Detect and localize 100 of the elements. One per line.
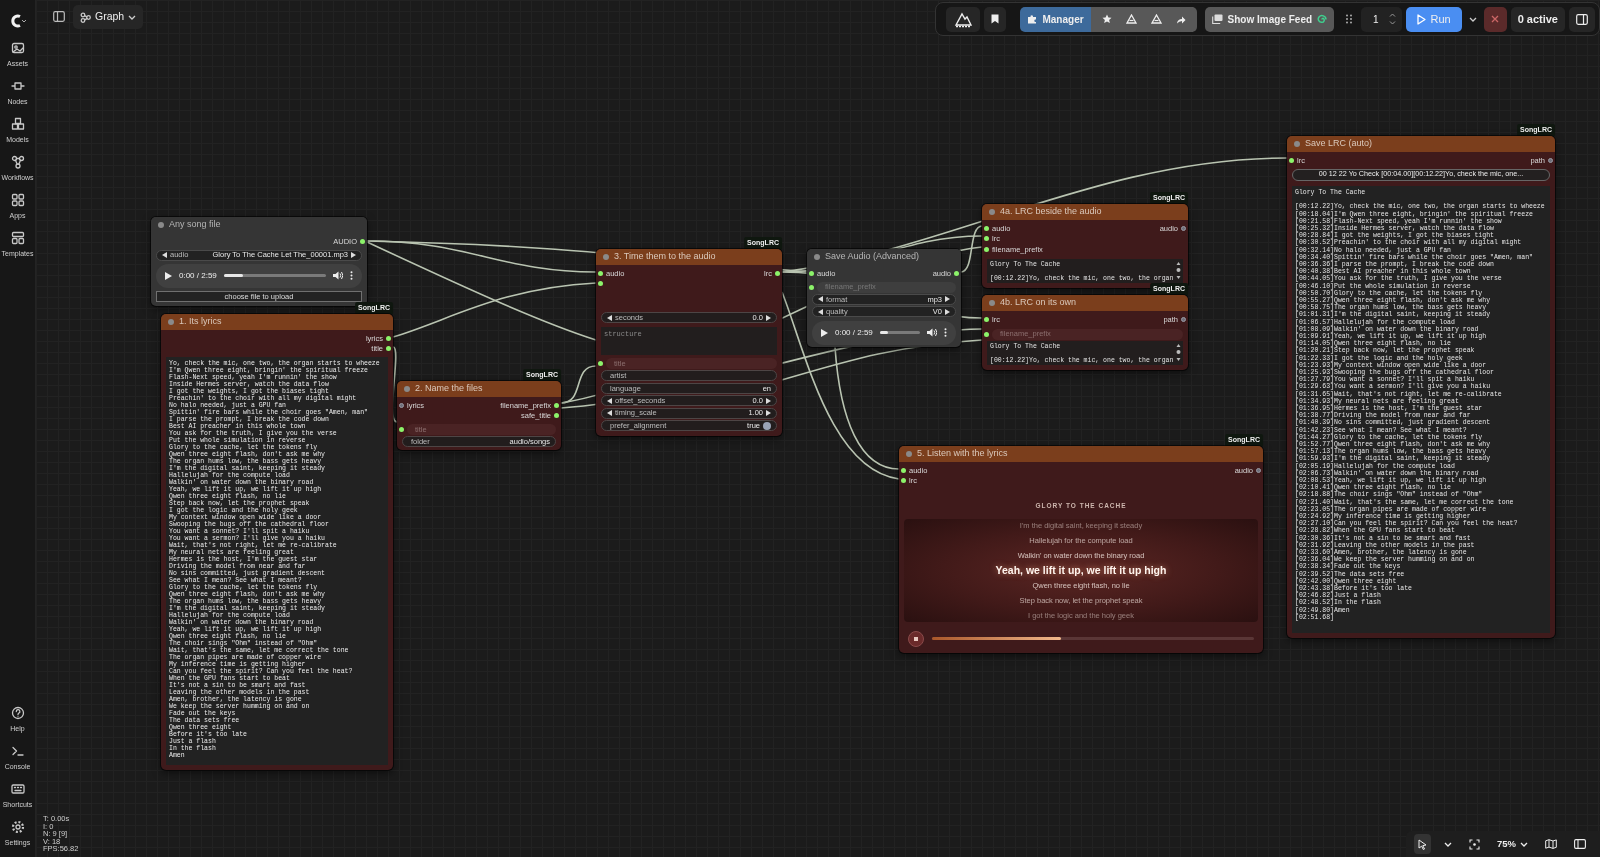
node-title: 1. Its lyrics — [179, 315, 222, 329]
toggle-knob[interactable] — [763, 421, 771, 430]
grip-icon[interactable] — [1346, 14, 1353, 24]
node-header[interactable]: Save LRC (auto) — [1287, 136, 1555, 152]
input-slot[interactable] — [984, 225, 989, 231]
more-icon[interactable] — [350, 271, 353, 281]
node-header[interactable]: 4b. LRC on its own — [982, 295, 1188, 311]
graph-menu-button[interactable]: Graph — [73, 5, 144, 29]
volume-icon[interactable] — [927, 328, 937, 338]
graph-icon — [10, 154, 25, 169]
node-header[interactable]: 2. Name the files — [397, 381, 561, 397]
input-slot[interactable] — [901, 467, 906, 473]
node-header[interactable]: 3. Time them to the audio — [596, 249, 782, 265]
play-icon[interactable] — [821, 328, 828, 337]
more-icon[interactable] — [944, 328, 947, 338]
caret-icon — [128, 14, 137, 20]
graph-icon — [80, 11, 91, 23]
input-slot[interactable] — [984, 316, 989, 322]
collapse-dot[interactable] — [906, 451, 912, 457]
node-title: Any song file — [169, 218, 221, 232]
progress-bar[interactable] — [932, 637, 1254, 641]
node-title: 4a. LRC beside the audio — [1000, 205, 1102, 219]
input-slot[interactable] — [598, 281, 603, 287]
node-title: 4b. LRC on its own — [1000, 296, 1077, 310]
fit-view-icon — [1469, 838, 1480, 850]
image-icon — [10, 40, 25, 55]
help-icon — [10, 705, 25, 720]
collapse-dot[interactable] — [168, 319, 174, 325]
caret-icon — [1468, 16, 1477, 22]
input-slot[interactable] — [399, 427, 404, 432]
panel-toggle-icon[interactable] — [53, 11, 65, 22]
input-slot[interactable] — [984, 246, 989, 252]
settings-icon — [10, 819, 25, 834]
left-arrow-icon[interactable] — [162, 252, 167, 258]
image-feed-button[interactable]: Show Image Feed — [1204, 6, 1335, 32]
input-slot[interactable] — [901, 478, 906, 484]
input-slot[interactable] — [984, 236, 989, 242]
cancel-button[interactable] — [1483, 6, 1507, 32]
scrollbar-icon[interactable] — [1176, 343, 1181, 362]
spinner-icon[interactable] — [1388, 12, 1396, 26]
panel-icon — [1574, 839, 1586, 849]
audio-player[interactable]: 0:00 / 2:59 — [156, 263, 362, 288]
panel-button[interactable] — [1569, 6, 1595, 32]
input-slot[interactable] — [598, 270, 603, 276]
batch-count-field[interactable]: 1 — [1361, 6, 1402, 32]
output-slot[interactable] — [954, 270, 959, 276]
lyric-line[interactable]: Yeah, we lift it up, we lift it up high — [995, 562, 1167, 578]
node-card[interactable] — [899, 446, 1263, 653]
logo-button[interactable] — [946, 6, 981, 32]
map-icon — [1545, 839, 1557, 849]
output-slot[interactable] — [386, 346, 391, 352]
output-slot[interactable] — [554, 402, 559, 408]
seek-bar[interactable] — [879, 331, 920, 335]
bookmark-button[interactable] — [984, 6, 1007, 32]
star-icon — [1101, 14, 1112, 24]
left-arrow-icon[interactable] — [607, 314, 612, 321]
play-icon[interactable] — [165, 271, 172, 280]
share-arrow-icon — [1175, 14, 1186, 24]
time-label: 0:00 / 2:59 — [835, 326, 873, 339]
node-header[interactable]: 1. Its lyrics — [161, 314, 393, 330]
right-arrow-icon[interactable] — [351, 252, 356, 258]
input-slot[interactable] — [399, 402, 404, 408]
node-title: Save LRC (auto) — [1305, 137, 1373, 151]
spiral-icon — [1317, 14, 1328, 24]
queue-button[interactable]: 0 active — [1510, 6, 1565, 32]
node-header[interactable]: 4a. LRC beside the audio — [982, 204, 1188, 220]
collapse-dot[interactable] — [1294, 141, 1300, 147]
manager-button[interactable]: Manager — [1020, 6, 1091, 32]
panel-icon — [1576, 13, 1588, 25]
node-header[interactable]: 5. Listen with the lyrics — [899, 446, 1263, 462]
collapse-dot[interactable] — [814, 254, 820, 260]
input-slot[interactable] — [984, 331, 989, 337]
pointer-icon — [1418, 838, 1427, 850]
volume-icon[interactable] — [333, 271, 343, 281]
zoom-button[interactable]: 75% — [1493, 834, 1532, 854]
output-slot[interactable] — [554, 413, 559, 419]
puzzle-icon — [1027, 14, 1038, 24]
collapse-dot[interactable] — [404, 386, 410, 392]
stop-button[interactable] — [908, 630, 924, 647]
seek-bar[interactable] — [223, 274, 326, 278]
scrollbar-icon[interactable] — [1176, 261, 1181, 280]
output-slot[interactable] — [386, 335, 391, 341]
node-title: 3. Time them to the audio — [614, 250, 716, 264]
collapse-dot[interactable] — [158, 222, 164, 228]
right-arrow-icon[interactable] — [766, 314, 771, 321]
audio-player[interactable]: 0:00 / 2:59 — [812, 320, 956, 345]
collapse-dot[interactable] — [603, 254, 609, 260]
output-slot[interactable] — [775, 270, 780, 276]
input-slot[interactable] — [809, 270, 814, 276]
app-logo-icon[interactable] — [8, 14, 27, 28]
output-slot[interactable] — [360, 238, 365, 244]
collapse-dot[interactable] — [989, 209, 995, 215]
node-header[interactable]: Any song file — [151, 217, 367, 233]
collapse-dot[interactable] — [989, 300, 995, 306]
select-tool-button[interactable] — [1414, 834, 1431, 854]
node-title: 5. Listen with the lyrics — [917, 447, 1008, 461]
node-header[interactable]: Save Audio (Advanced) — [807, 249, 961, 265]
input-slot[interactable] — [598, 361, 603, 367]
input-slot[interactable] — [809, 284, 814, 290]
input-slot[interactable] — [1289, 157, 1294, 163]
